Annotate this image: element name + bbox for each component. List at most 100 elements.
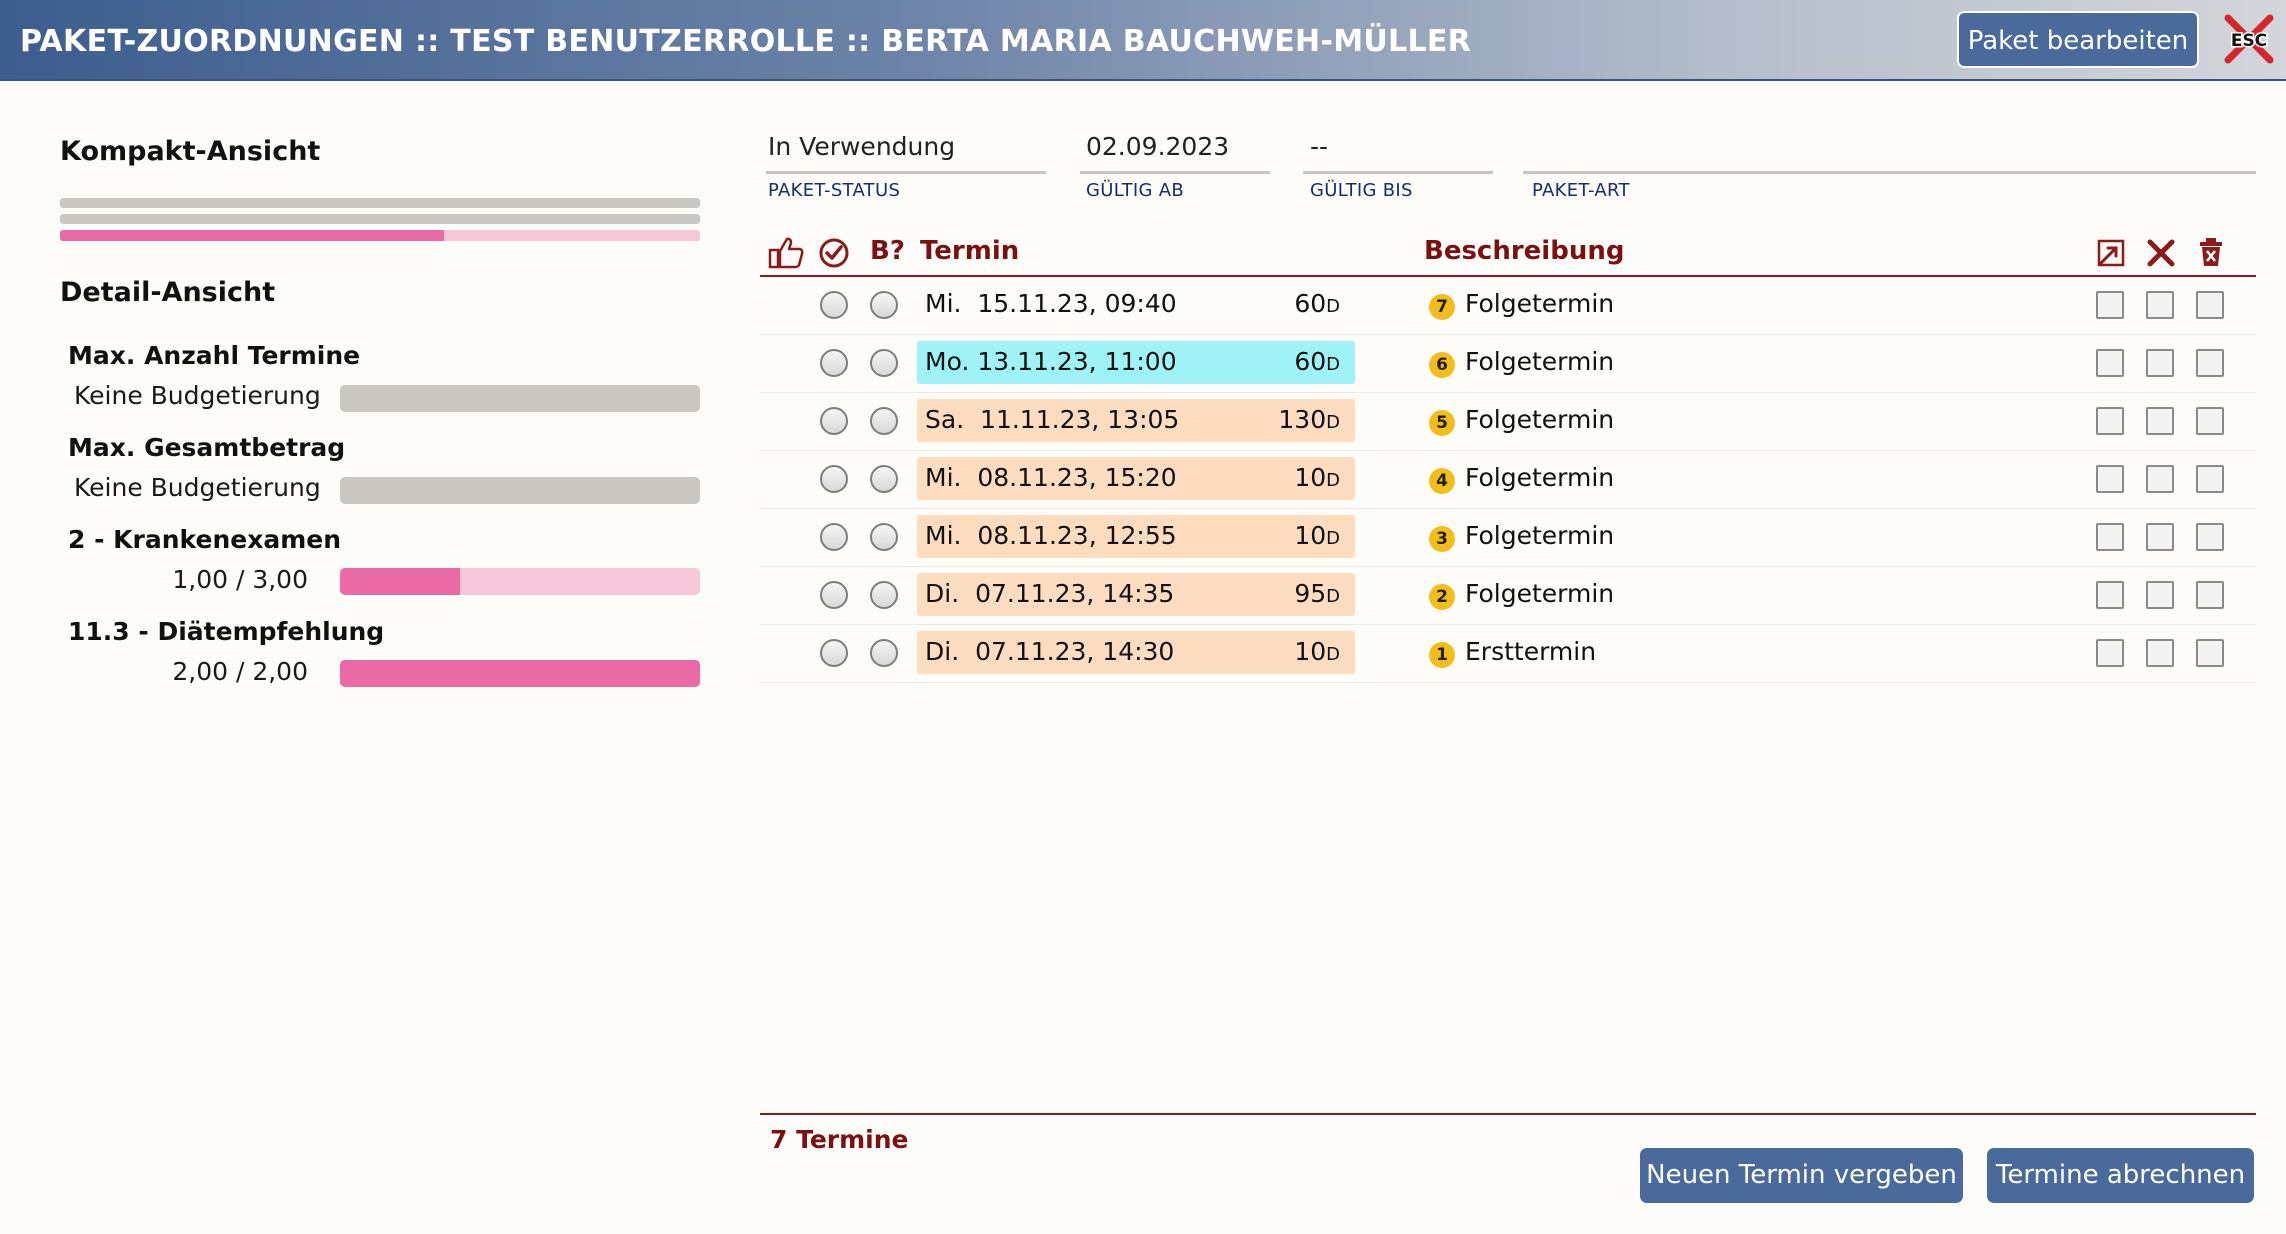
cancel-checkbox[interactable]	[2146, 349, 2174, 377]
confirm-radio[interactable]	[820, 639, 848, 667]
cancel-checkbox[interactable]	[2146, 639, 2174, 667]
table-footer-divider	[760, 1113, 2256, 1115]
billing-radio[interactable]	[870, 407, 898, 435]
confirm-radio[interactable]	[820, 407, 848, 435]
delete-checkbox[interactable]	[2196, 407, 2224, 435]
billing-radio[interactable]	[870, 291, 898, 319]
duration-value: 60	[1294, 289, 1327, 318]
appointment-datetime[interactable]: Di. 07.11.23, 14:35	[925, 579, 1174, 608]
open-checkbox[interactable]	[2096, 291, 2124, 319]
detail-label-max-total: Max. Gesamtbetrag	[68, 433, 346, 462]
col-description[interactable]: Beschreibung	[1424, 236, 1624, 266]
duration-unit: D	[1326, 528, 1340, 549]
table-row[interactable]: Mi. 15.11.23, 09:40 60D 7 Folgetermin	[760, 277, 2256, 335]
valid-to-value[interactable]: --	[1310, 132, 1328, 161]
appointment-datetime[interactable]: Sa. 11.11.23, 13:05	[925, 405, 1179, 434]
valid-to-underline	[1303, 171, 1493, 174]
appointment-date: 08.11.23, 12:55	[977, 521, 1177, 550]
billing-radio[interactable]	[870, 523, 898, 551]
confirm-radio[interactable]	[820, 349, 848, 377]
cancel-checkbox[interactable]	[2146, 465, 2174, 493]
compact-bar-2	[60, 214, 700, 224]
delete-checkbox[interactable]	[2196, 523, 2224, 551]
package-status-value[interactable]: In Verwendung	[768, 132, 955, 161]
detail-fill-krankenexamen	[340, 568, 460, 595]
new-appointment-button[interactable]: Neuen Termin vergeben	[1640, 1148, 1963, 1203]
appointment-description: Ersttermin	[1465, 637, 1597, 666]
appointment-datetime[interactable]: Mo. 13.11.23, 11:00	[925, 347, 1177, 376]
delete-checkbox[interactable]	[2196, 291, 2224, 319]
open-checkbox[interactable]	[2096, 349, 2124, 377]
open-checkbox[interactable]	[2096, 523, 2124, 551]
package-type-underline	[1523, 171, 2256, 174]
table-row[interactable]: Mi. 08.11.23, 15:20 10D 4 Folgetermin	[760, 451, 2256, 509]
detail-bar-diaetempfehlung	[340, 660, 700, 687]
confirm-radio[interactable]	[820, 581, 848, 609]
edit-package-button[interactable]: Paket bearbeiten	[1957, 11, 2199, 68]
esc-label: ESC	[2231, 31, 2267, 51]
duration-unit: D	[1326, 470, 1340, 491]
billing-radio[interactable]	[870, 639, 898, 667]
table-row[interactable]: Mo. 13.11.23, 11:00 60D 6 Folgetermin	[760, 335, 2256, 393]
appointment-number-badge: 7	[1429, 294, 1455, 320]
appointment-weekday: Mo.	[925, 347, 970, 376]
cancel-checkbox[interactable]	[2146, 407, 2174, 435]
open-checkbox[interactable]	[2096, 465, 2124, 493]
delete-checkbox[interactable]	[2196, 349, 2224, 377]
delete-checkbox[interactable]	[2196, 465, 2224, 493]
duration-unit: D	[1326, 354, 1340, 375]
billing-radio[interactable]	[870, 581, 898, 609]
bill-appointments-button[interactable]: Termine abrechnen	[1987, 1148, 2254, 1203]
appointment-datetime[interactable]: Mi. 08.11.23, 12:55	[925, 521, 1177, 550]
check-circle-icon[interactable]	[818, 237, 850, 269]
confirm-radio[interactable]	[820, 291, 848, 319]
duration-value: 95	[1294, 579, 1327, 608]
open-checkbox[interactable]	[2096, 639, 2124, 667]
appointment-datetime[interactable]: Mi. 15.11.23, 09:40	[925, 289, 1177, 318]
appointment-number-badge: 1	[1429, 642, 1455, 668]
appointment-weekday: Di.	[925, 579, 960, 608]
external-link-icon[interactable]	[2096, 238, 2126, 268]
appointment-datetime[interactable]: Mi. 08.11.23, 15:20	[925, 463, 1177, 492]
table-row[interactable]: Di. 07.11.23, 14:30 10D 1 Ersttermin	[760, 625, 2256, 683]
compact-progress-bar	[60, 230, 700, 241]
cancel-checkbox[interactable]	[2146, 523, 2174, 551]
cancel-checkbox[interactable]	[2146, 291, 2174, 319]
thumbs-up-icon[interactable]	[768, 236, 804, 270]
title-bar: PAKET-ZUORDNUNGEN :: TEST BENUTZERROLLE …	[0, 0, 2286, 81]
trash-icon[interactable]	[2196, 236, 2226, 268]
detail-value-max-appointments: Keine Budgetierung	[74, 381, 321, 410]
confirm-radio[interactable]	[820, 465, 848, 493]
appointment-date: 08.11.23, 15:20	[977, 463, 1177, 492]
delete-checkbox[interactable]	[2196, 639, 2224, 667]
appointment-weekday: Di.	[925, 637, 960, 666]
detail-value-krankenexamen: 1,00 / 3,00	[172, 565, 308, 594]
appointment-datetime[interactable]: Di. 07.11.23, 14:30	[925, 637, 1174, 666]
detail-label-diaetempfehlung: 11.3 - Diätempfehlung	[68, 617, 385, 646]
col-appointment[interactable]: Termin	[920, 236, 1019, 266]
appointment-duration: 60D	[1220, 289, 1340, 318]
cancel-checkbox[interactable]	[2146, 581, 2174, 609]
appointment-duration: 130D	[1220, 405, 1340, 434]
delete-checkbox[interactable]	[2196, 581, 2224, 609]
col-billing[interactable]: B?	[870, 236, 905, 266]
billing-radio[interactable]	[870, 465, 898, 493]
appointment-date: 15.11.23, 09:40	[977, 289, 1177, 318]
open-checkbox[interactable]	[2096, 581, 2124, 609]
open-checkbox[interactable]	[2096, 407, 2124, 435]
appointment-duration: 10D	[1220, 521, 1340, 550]
esc-close-icon[interactable]: ESC	[2222, 12, 2276, 66]
detail-view-title: Detail-Ansicht	[60, 277, 276, 308]
appointment-date: 07.11.23, 14:35	[975, 579, 1175, 608]
table-row[interactable]: Mi. 08.11.23, 12:55 10D 3 Folgetermin	[760, 509, 2256, 567]
table-row[interactable]: Sa. 11.11.23, 13:05 130D 5 Folgetermin	[760, 393, 2256, 451]
billing-radio[interactable]	[870, 349, 898, 377]
duration-value: 130	[1278, 405, 1327, 434]
appointment-date: 11.11.23, 13:05	[980, 405, 1180, 434]
confirm-radio[interactable]	[820, 523, 848, 551]
appointment-number-badge: 4	[1429, 468, 1455, 494]
appointment-duration: 10D	[1220, 637, 1340, 666]
table-row[interactable]: Di. 07.11.23, 14:35 95D 2 Folgetermin	[760, 567, 2256, 625]
close-icon[interactable]	[2146, 238, 2176, 268]
valid-from-value[interactable]: 02.09.2023	[1086, 132, 1229, 161]
